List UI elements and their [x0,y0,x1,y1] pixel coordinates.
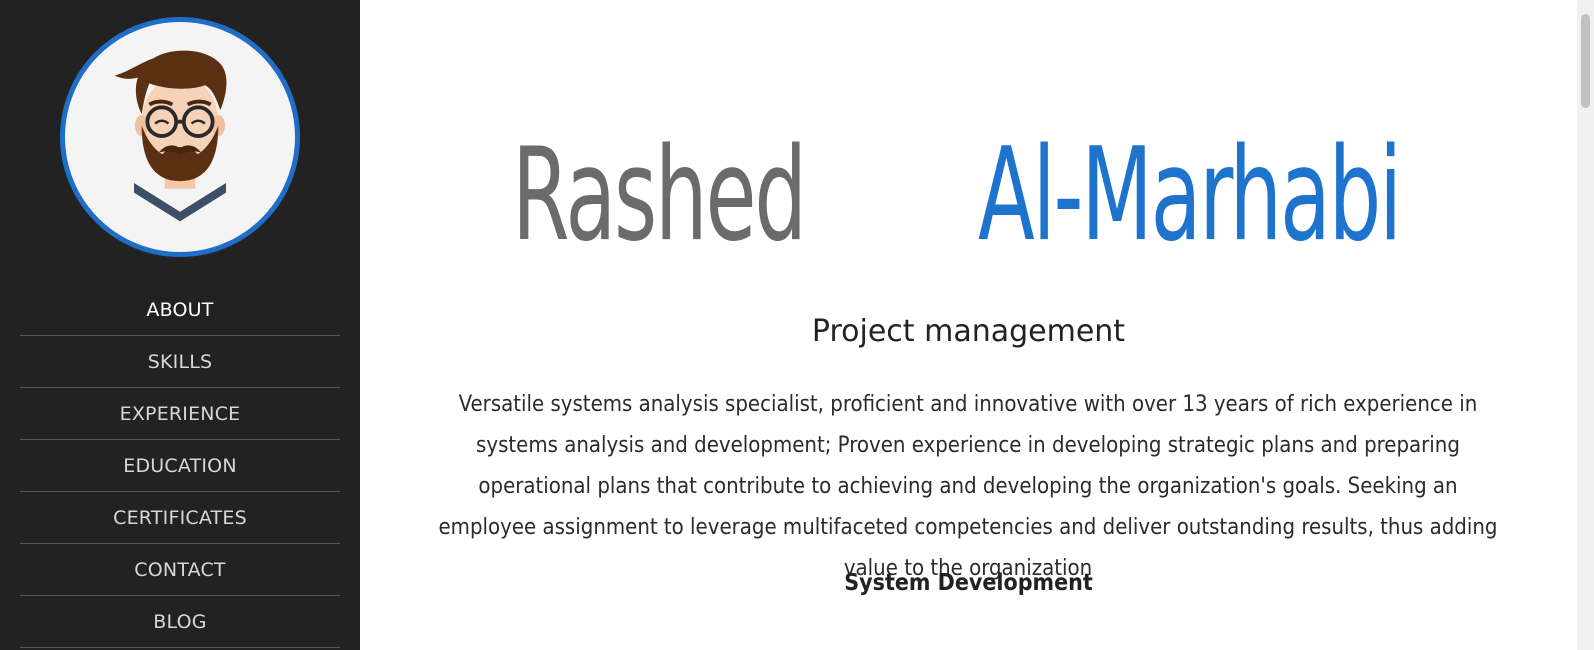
nav-item-certificates[interactable]: CERTIFICATES [20,492,340,544]
about-section: Rashed Al-Marhabi Project management Ver… [360,0,1577,650]
nav-item-blog[interactable]: BLOG [20,596,340,648]
hero-name: Rashed Al-Marhabi [360,126,1577,266]
scrollbar-thumb[interactable] [1581,14,1590,108]
role-heading: Project management [811,314,1126,349]
nav-item-experience[interactable]: EXPERIENCE [20,388,340,440]
bearded-man-avatar-icon [114,50,227,222]
avatar[interactable] [60,17,300,257]
sidebar: ABOUT SKILLS EXPERIENCE EDUCATION CERTIF… [0,0,360,650]
page-scrollbar[interactable] [1577,0,1594,650]
main-nav: ABOUT SKILLS EXPERIENCE EDUCATION CERTIF… [20,284,340,648]
nav-item-skills[interactable]: SKILLS [20,336,340,388]
hero-first-name: Rashed [512,121,807,270]
hero-last-name: Al-Marhabi [977,121,1402,270]
nav-item-education[interactable]: EDUCATION [20,440,340,492]
nav-item-contact[interactable]: CONTACT [20,544,340,596]
summary-paragraph: Versatile systems analysis specialist, p… [438,392,1498,581]
subheading: System Development [844,570,1093,596]
nav-item-about[interactable]: ABOUT [20,284,340,336]
